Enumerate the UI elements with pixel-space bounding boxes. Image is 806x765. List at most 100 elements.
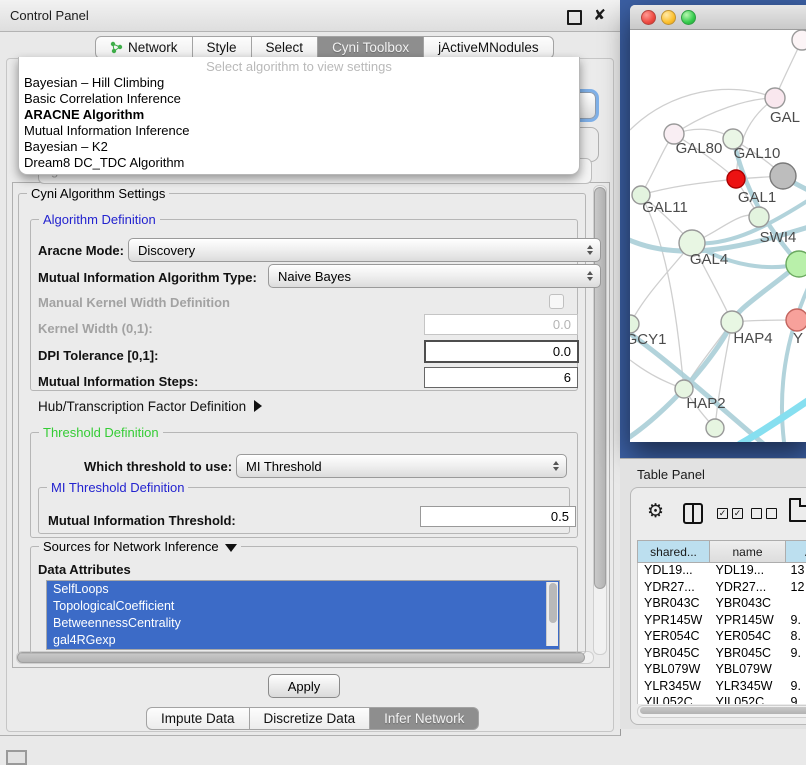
table-rows: YDL19...YDL19...13YDR27...YDR27...12YBR0… [637,563,806,704]
table-cell: 12 [785,580,806,597]
close-icon[interactable]: ✘ [593,6,606,24]
table-row[interactable]: YDL19...YDL19...13 [638,563,806,580]
tab-label: Select [266,40,304,55]
split-columns-icon[interactable] [683,503,703,524]
sources-title-text: Sources for Network Inference [43,539,219,554]
expand-right-icon [254,400,262,412]
tab-discretize-data[interactable]: Discretize Data [250,707,371,730]
top-tab-bar: Network Style Select Cyni Toolbox jActiveMNo… [95,36,554,59]
table-cell: YBR045C [709,646,784,663]
node-label-hap4: HAP4 [733,330,772,347]
tab-label: Style [207,40,237,55]
network-node-labels: GALGAL80GAL10GAL1GAL11SWI4GAL4GCY1HAP4YH… [630,109,803,412]
mi-type-combo[interactable]: Naive Bayes [268,264,601,288]
control-panel-window: Control Panel ✘ Network Style Select Cyni T… [0,0,621,736]
data-attributes-list[interactable]: SelfLoopsTopologicalCoefficientBetweenne… [46,580,560,650]
attribute-item-betweennesscentrality[interactable]: BetweennessCentrality [47,615,559,632]
dpi-tolerance-label: DPI Tolerance [0,1]: [38,348,158,363]
algorithm-option-bayesian-hill-climbing[interactable]: Bayesian – Hill Climbing [19,75,579,91]
deselect-all-icon[interactable] [751,508,777,519]
close-traffic-light[interactable] [641,10,656,25]
list-scrollbar-thumb[interactable] [549,583,557,623]
table-row[interactable]: YER054CYER054C8. [638,629,806,646]
mi-type-value: Naive Bayes [278,269,351,284]
table-cell: YBL079W [638,662,709,679]
node-label-gal4: GAL4 [690,251,728,268]
gear-icon[interactable]: ⚙ [647,500,664,523]
new-document-icon[interactable] [789,498,806,522]
network-node[interactable] [792,30,806,50]
table-row[interactable]: YLR345WYLR345W9. [638,679,806,696]
table-row[interactable]: YBL079WYBL079W [638,662,806,679]
apply-button[interactable]: Apply [268,674,340,698]
table-row[interactable]: YPR145WYPR145W9. [638,613,806,630]
network-node[interactable] [706,419,724,437]
float-window-icon[interactable] [567,10,582,25]
attribute-item-selfloops[interactable]: SelfLoops [47,581,559,598]
collapse-down-icon [225,544,237,552]
table-cell: YER054C [638,629,709,646]
which-threshold-combo[interactable]: MI Threshold [236,454,567,478]
table-cell: 13 [785,563,806,580]
mi-steps-field[interactable]: 6 [424,367,578,388]
table-row[interactable]: YIL052CYIL052C9 [638,695,806,704]
column-header-a[interactable]: A [786,540,806,563]
aracne-mode-combo[interactable]: Discovery [128,238,601,262]
network-node[interactable] [770,163,796,189]
network-window-titlebar[interactable] [630,5,806,30]
table-cell: 9 [785,695,806,704]
network-node[interactable] [749,207,769,227]
column-header-name[interactable]: name [710,540,786,563]
table-row[interactable]: YDR27...YDR27...12 [638,580,806,597]
tab-style[interactable]: Style [193,36,252,59]
algorithm-option-bayesian-k2[interactable]: Bayesian – K2 [19,139,579,155]
attribute-item-gal4rgexp[interactable]: gal4RGexp [47,632,559,649]
table-horizontal-scrollbar[interactable] [637,705,806,718]
tab-select[interactable]: Select [252,36,319,59]
which-threshold-label: Which threshold to use: [84,459,232,474]
zoom-traffic-light[interactable] [681,10,696,25]
tab-infer-network[interactable]: Infer Network [370,707,479,730]
mi-steps-label: Mutual Information Steps: [38,374,198,389]
dpi-tolerance-field[interactable]: 0.0 [424,340,579,363]
algorithm-option-mutual-information-inference[interactable]: Mutual Information Inference [19,123,579,139]
table-cell: YBR043C [709,596,784,613]
table-row[interactable]: YBR045CYBR045C9. [638,646,806,663]
table-cell: YPR145W [638,613,709,630]
attribute-item-topologicalcoefficient[interactable]: TopologicalCoefficient [47,598,559,615]
network-node[interactable] [765,88,785,108]
table-cell: YDR27... [709,580,784,597]
tab-label: jActiveMNodules [438,40,539,55]
mi-threshold-field[interactable]: 0.5 [420,506,576,527]
tab-label: Cyni Toolbox [332,40,409,55]
table-horizontal-scrollbar-thumb[interactable] [640,707,806,714]
select-all-icon[interactable]: ✓✓ [717,508,743,519]
column-header-shared[interactable]: shared... [637,540,710,563]
table-header-row: shared...nameA [637,540,806,563]
network-node[interactable] [786,251,806,277]
kernel-width-field[interactable]: 0.0 [424,314,578,335]
minimize-traffic-light[interactable] [661,10,676,25]
table-cell: YLR345W [638,679,709,696]
algorithm-option-aracne-algorithm[interactable]: ARACNE Algorithm [19,107,579,123]
table-cell: YBR045C [638,646,709,663]
network-node[interactable] [786,309,806,331]
table-row[interactable]: YBR043CYBR043C [638,596,806,613]
network-canvas[interactable]: GALGAL80GAL10GAL1GAL11SWI4GAL4GCY1HAP4YH… [630,30,806,442]
hub-section-header[interactable]: Hub/Transcription Factor Definition [38,399,262,414]
tab-network[interactable]: Network [95,36,193,59]
manual-kernel-checkbox[interactable] [549,294,564,309]
data-attributes-label: Data Attributes [38,562,131,577]
network-node[interactable] [727,170,745,188]
sources-group-title[interactable]: Sources for Network Inference [39,539,241,554]
control-panel-titlebar[interactable]: Control Panel ✘ [0,0,620,32]
cyni-algorithm-settings-title: Cyni Algorithm Settings [27,186,169,201]
algorithm-option-dream8-dc-tdc-algorithm[interactable]: Dream8 DC_TDC Algorithm [19,155,579,171]
tab-cyni-toolbox[interactable]: Cyni Toolbox [318,36,424,59]
algorithm-option-basic-correlation-inference[interactable]: Basic Correlation Inference [19,91,579,107]
tab-jactivemnodules[interactable]: jActiveMNodules [424,36,554,59]
tab-label: Infer Network [384,711,464,726]
tab-impute-data[interactable]: Impute Data [146,707,250,730]
table-cell: 9. [785,613,806,630]
collapsed-panel-icon[interactable] [6,750,27,765]
